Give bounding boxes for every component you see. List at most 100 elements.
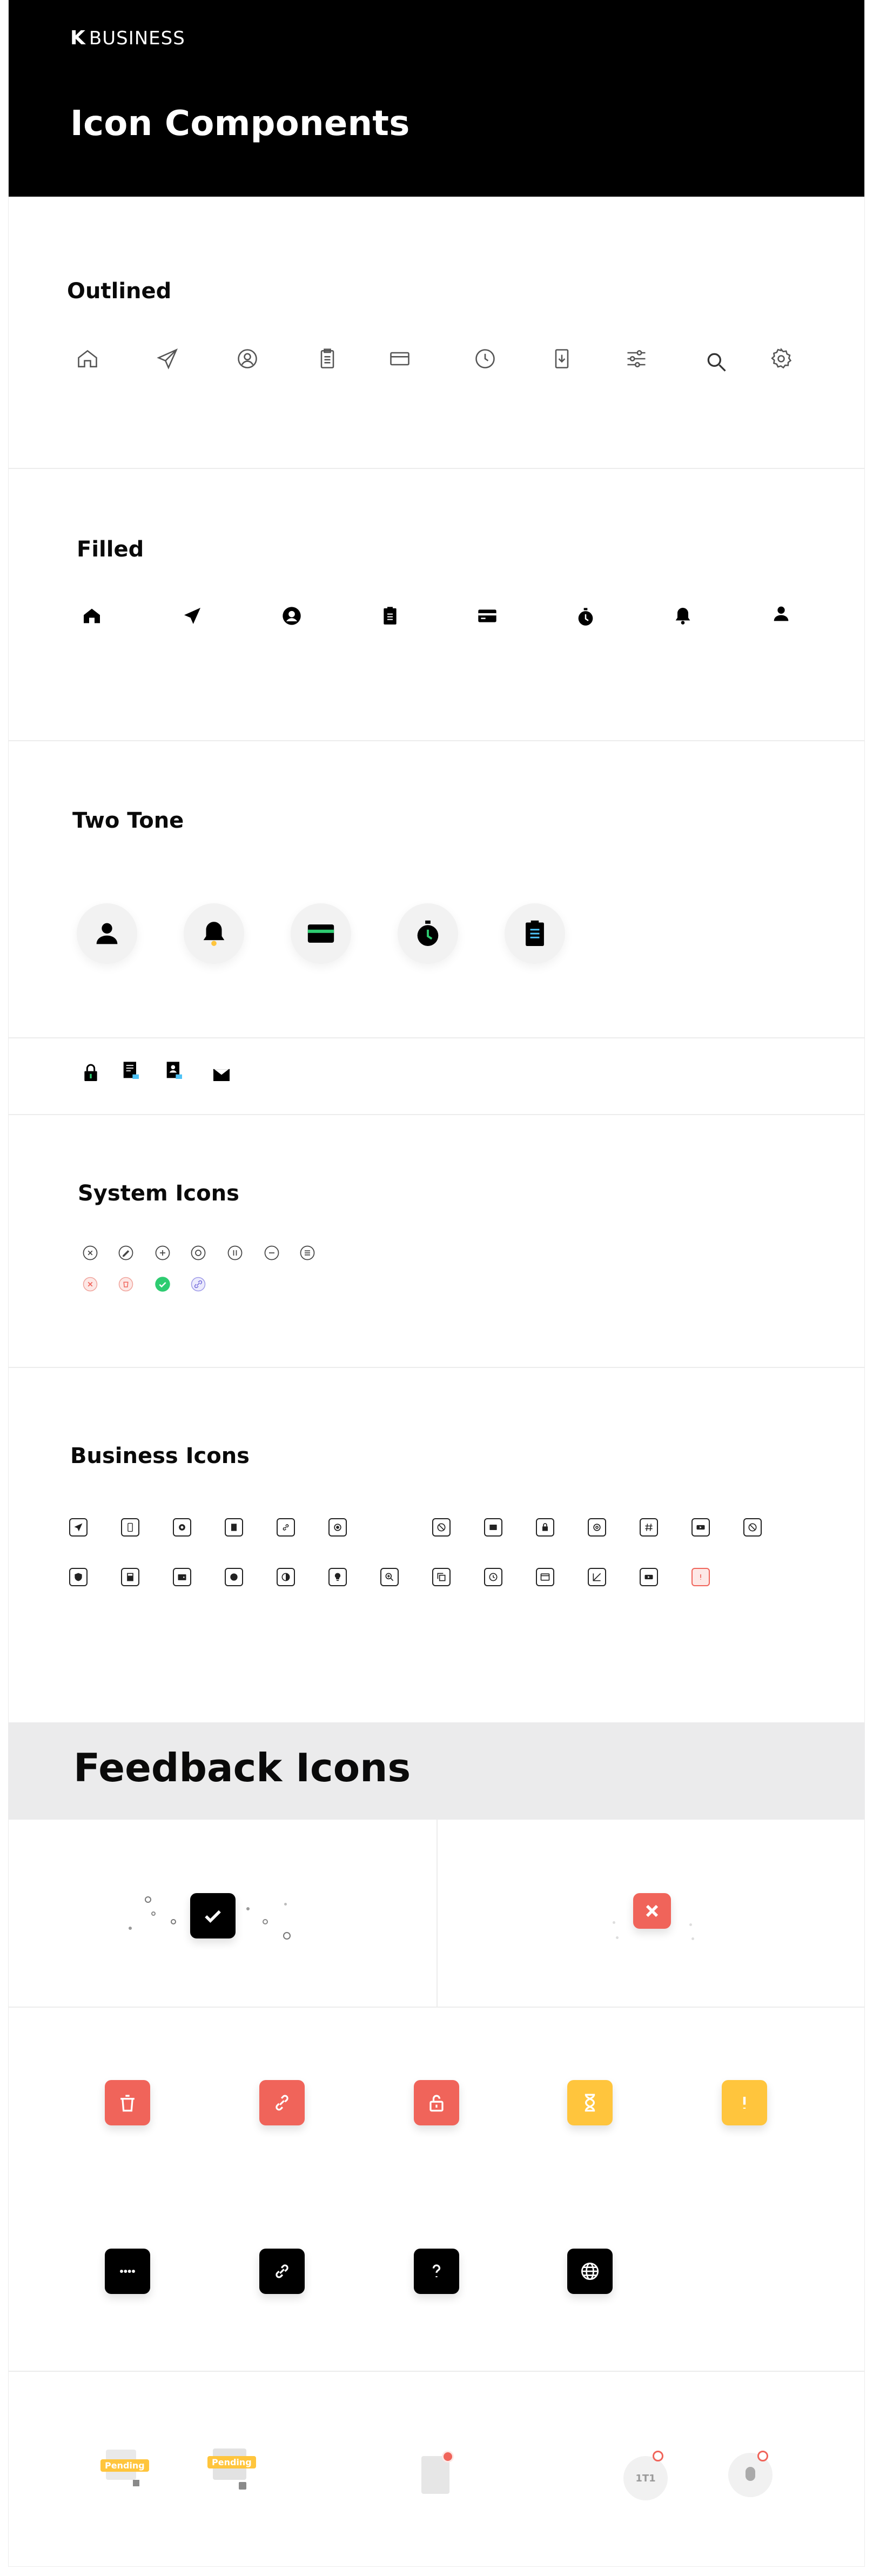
warning-icon[interactable] <box>722 2080 767 2125</box>
alert-icon[interactable] <box>691 1568 710 1586</box>
history-icon[interactable] <box>484 1568 502 1586</box>
document-icon[interactable] <box>120 1060 142 1082</box>
help-icon[interactable] <box>414 2249 459 2294</box>
list-circle-icon[interactable] <box>299 1245 315 1261</box>
message-icon[interactable] <box>484 1518 502 1537</box>
confetti-dot <box>246 1907 250 1910</box>
user-circle-icon[interactable] <box>236 347 259 371</box>
video-icon[interactable] <box>640 1568 658 1586</box>
file-download-icon[interactable] <box>550 347 574 371</box>
link-circle-purple-icon[interactable] <box>190 1276 206 1292</box>
wallet-icon[interactable] <box>173 1568 191 1586</box>
forbidden-icon[interactable] <box>743 1518 762 1537</box>
bell-icon[interactable] <box>184 903 244 964</box>
link-icon[interactable] <box>277 1518 295 1537</box>
error-badge-icon <box>653 2451 663 2461</box>
video-icon[interactable] <box>691 1518 710 1537</box>
error-badge-icon <box>442 2451 454 2463</box>
section-divider <box>9 740 864 741</box>
add-circle-icon[interactable] <box>155 1245 171 1261</box>
credit-card-icon[interactable] <box>388 347 412 371</box>
shield-icon[interactable] <box>69 1568 88 1586</box>
confetti-dot <box>263 1919 268 1924</box>
mobile-icon[interactable] <box>121 1518 139 1537</box>
confetti-dot <box>171 1919 176 1924</box>
radio-circle-icon[interactable] <box>190 1245 206 1261</box>
analytics-icon[interactable] <box>588 1568 606 1586</box>
link-icon[interactable] <box>259 2249 305 2294</box>
stopwatch-icon[interactable] <box>398 903 458 964</box>
stopwatch-icon[interactable] <box>575 606 596 628</box>
credit-card-icon[interactable] <box>291 903 351 964</box>
bell-icon[interactable] <box>672 605 694 627</box>
close-circle-icon[interactable] <box>82 1245 98 1261</box>
edit-circle-icon[interactable] <box>118 1245 134 1261</box>
confetti-dot <box>145 1896 151 1903</box>
user-circle-icon[interactable] <box>281 605 303 627</box>
unlock-icon[interactable] <box>414 2080 459 2125</box>
clipboard-icon[interactable] <box>315 347 339 371</box>
lightbulb-icon[interactable] <box>328 1568 347 1586</box>
document-icon[interactable] <box>225 1518 243 1537</box>
sliders-icon[interactable] <box>624 347 648 371</box>
send-icon[interactable] <box>69 1518 88 1537</box>
confetti-dot <box>151 1911 156 1916</box>
check-circle-green-icon[interactable] <box>155 1276 171 1292</box>
section-divider <box>9 2371 864 2372</box>
delete-icon[interactable] <box>105 2080 150 2125</box>
home-icon[interactable] <box>76 347 99 371</box>
zoom-in-icon[interactable] <box>380 1568 399 1586</box>
section-divider <box>9 468 864 469</box>
clipboard-icon[interactable] <box>505 903 565 964</box>
browser-icon[interactable] <box>536 1568 554 1586</box>
clipboard-icon[interactable] <box>379 605 401 627</box>
section-divider <box>9 1037 864 1038</box>
home-icon[interactable] <box>81 605 103 627</box>
confetti-dot <box>284 1903 287 1906</box>
contrast-icon[interactable] <box>277 1568 295 1586</box>
gear-icon[interactable] <box>173 1518 191 1537</box>
brain-icon[interactable] <box>225 1568 243 1586</box>
delete-circle-red-icon[interactable] <box>118 1276 134 1292</box>
page-title: Icon Components <box>70 104 410 144</box>
brand-name: BUSINESS <box>89 27 185 49</box>
hashtag-icon[interactable] <box>640 1518 658 1537</box>
error-badge-icon <box>757 2451 768 2461</box>
calculator-icon[interactable] <box>121 1568 139 1586</box>
brand-logo[interactable]: K BUSINESS <box>70 27 185 49</box>
copy-icon[interactable] <box>432 1568 451 1586</box>
minus-circle-icon[interactable] <box>264 1245 280 1261</box>
section-title-system-icons: System Icons <box>78 1181 239 1206</box>
settings-icon[interactable] <box>588 1518 606 1537</box>
clock-icon[interactable] <box>473 347 497 371</box>
settings-icon[interactable] <box>769 347 793 371</box>
section-title-feedback-icons: Feedback Icons <box>73 1745 411 1790</box>
pending-badge: Pending <box>207 2456 256 2468</box>
block-icon[interactable] <box>432 1518 451 1537</box>
search-icon[interactable] <box>704 350 728 374</box>
hourglass-icon[interactable] <box>567 2080 613 2125</box>
user-icon[interactable] <box>77 903 137 964</box>
brand-logo-glyph: K <box>70 27 86 49</box>
pause-circle-icon[interactable] <box>227 1245 243 1261</box>
broken-link-icon[interactable] <box>259 2080 305 2125</box>
target-icon[interactable] <box>328 1518 347 1537</box>
user-icon[interactable] <box>770 603 792 625</box>
password-icon[interactable] <box>105 2249 150 2294</box>
section-title-two-tone: Two Tone <box>72 808 184 833</box>
globe-icon[interactable] <box>567 2249 613 2294</box>
contact-card-icon[interactable] <box>163 1060 185 1082</box>
send-icon[interactable] <box>182 605 203 627</box>
confetti-dot <box>129 1927 132 1930</box>
credit-card-icon[interactable] <box>476 605 498 627</box>
close-icon <box>633 1893 671 1929</box>
pending-badge: Pending <box>100 2459 149 2472</box>
page-frame <box>9 0 864 2566</box>
number-circle-icon: 1T1 <box>623 2456 668 2500</box>
envelope-open-icon[interactable] <box>211 1062 232 1084</box>
lock-icon[interactable] <box>80 1062 102 1084</box>
close-circle-red-icon[interactable] <box>82 1276 98 1292</box>
section-title-filled: Filled <box>77 537 144 562</box>
lock-icon[interactable] <box>536 1518 554 1537</box>
send-icon[interactable] <box>156 347 179 371</box>
